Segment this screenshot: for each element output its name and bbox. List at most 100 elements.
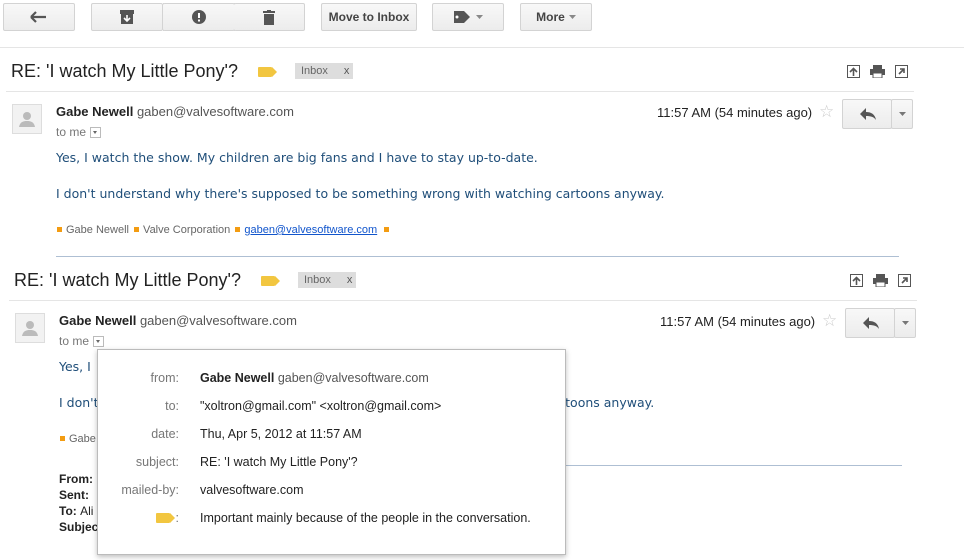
- to-me-label: to me: [56, 125, 87, 139]
- details-from-key: from:: [150, 371, 179, 385]
- inbox-label-text: Inbox: [304, 274, 331, 286]
- chevron-down-icon: [902, 321, 909, 325]
- move-to-inbox-button[interactable]: Move to Inbox: [321, 3, 417, 31]
- move-to-inbox-label: Move to Inbox: [328, 10, 410, 24]
- reply-button[interactable]: [842, 99, 892, 129]
- more-button[interactable]: More: [520, 3, 592, 31]
- details-subject-key: subject:: [135, 455, 179, 469]
- star-icon[interactable]: ☆: [822, 311, 837, 331]
- new-window-icon[interactable]: [898, 274, 911, 287]
- toolbar-divider-line: [0, 47, 964, 48]
- details-date-value: Thu, Apr 5, 2012 at 11:57 AM: [200, 427, 362, 441]
- signature-square-icon: [384, 227, 390, 233]
- back-button[interactable]: [3, 3, 75, 31]
- message-subject: RE: 'I watch My Little Pony'?: [14, 270, 241, 290]
- important-marker-icon: [155, 512, 175, 523]
- quoted-to-key: To:: [59, 504, 77, 518]
- details-importance-value: Important mainly because of the people i…: [200, 511, 531, 525]
- message-divider: [56, 256, 899, 257]
- show-details-dropdown[interactable]: [90, 127, 102, 139]
- message-time: 11:57 AM (54 minutes ago): [657, 105, 813, 120]
- archive-button[interactable]: [91, 3, 163, 31]
- sender-line: Gabe Newell gaben@valvesoftware.com: [59, 313, 297, 328]
- inbox-label-text: Inbox: [301, 65, 328, 77]
- sender-email: gaben@valvesoftware.com: [136, 104, 294, 119]
- reply-icon: [863, 317, 879, 329]
- person-icon: [22, 321, 38, 336]
- signature-name: Gabe Newell: [66, 224, 129, 236]
- subject-divider: [9, 300, 917, 301]
- delete-button[interactable]: [234, 3, 305, 31]
- chevron-down-icon: [568, 15, 576, 19]
- details-date-key: date:: [151, 427, 179, 441]
- thread-actions: [850, 274, 911, 287]
- message-time: 11:57 AM (54 minutes ago): [660, 314, 816, 329]
- sender-name[interactable]: Gabe Newell: [59, 313, 136, 328]
- reply-button[interactable]: [845, 308, 895, 338]
- message-body-line: I don't: [59, 395, 99, 410]
- details-to-value: "xoltron@gmail.com" <xoltron@gmail.com>: [200, 399, 442, 413]
- collapse-all-icon[interactable]: [850, 274, 863, 287]
- signature-email-link[interactable]: gaben@valvesoftware.com: [244, 224, 377, 236]
- avatar: [15, 313, 45, 343]
- new-window-icon[interactable]: [895, 65, 908, 78]
- thread-actions: [847, 65, 908, 78]
- signature-name: Gabe: [69, 433, 96, 445]
- sender-name[interactable]: Gabe Newell: [56, 104, 133, 119]
- quoted-to-label: To: Ali: [59, 504, 93, 518]
- quoted-subject-label: Subjec: [59, 520, 99, 534]
- remove-label-button[interactable]: x: [347, 274, 353, 286]
- signature-square-icon: [235, 227, 241, 233]
- message-body-line: Yes, I: [59, 359, 91, 374]
- recipient-line: to me: [59, 334, 105, 348]
- chevron-down-icon: [899, 112, 906, 116]
- details-to-row: to: "xoltron@gmail.com" <xoltron@gmail.c…: [98, 399, 565, 419]
- subject-divider: [6, 91, 914, 92]
- star-icon[interactable]: ☆: [819, 102, 834, 122]
- print-icon[interactable]: [873, 274, 888, 287]
- quoted-to-value: Ali: [80, 504, 94, 518]
- details-subject-row: subject: RE: 'I watch My Little Pony'?: [98, 455, 565, 475]
- details-importance-row: : Important mainly because of the people…: [98, 511, 565, 531]
- report-spam-button[interactable]: [163, 3, 235, 31]
- signature-square-icon: [57, 227, 62, 233]
- signature: Gabe: [60, 433, 96, 445]
- message-body-line: I don't understand why there's supposed …: [56, 186, 665, 201]
- tag-icon: [453, 11, 470, 23]
- signature-square-icon: [60, 436, 65, 442]
- details-from-row: from: Gabe Newell gaben@valvesoftware.co…: [98, 371, 565, 391]
- remove-label-button[interactable]: x: [344, 65, 350, 77]
- signature-company: Valve Corporation: [143, 224, 231, 236]
- collapse-all-icon[interactable]: [847, 65, 860, 78]
- print-icon[interactable]: [870, 65, 885, 78]
- person-icon: [19, 112, 35, 127]
- details-subject-value: RE: 'I watch My Little Pony'?: [200, 455, 358, 469]
- to-me-label: to me: [59, 334, 90, 348]
- reply-options-dropdown[interactable]: [894, 308, 916, 338]
- reply-options-dropdown[interactable]: [891, 99, 913, 129]
- important-marker-icon[interactable]: [258, 67, 277, 77]
- reply-icon: [860, 108, 876, 120]
- trash-icon: [263, 9, 275, 25]
- message-details-popup: from: Gabe Newell gaben@valvesoftware.co…: [97, 349, 566, 555]
- archive-icon: [120, 10, 134, 24]
- details-importance-colon: :: [175, 511, 179, 525]
- recipient-line: to me: [56, 125, 102, 139]
- inbox-label-chip: Inbox x: [298, 272, 356, 288]
- important-marker-icon[interactable]: [261, 276, 280, 286]
- details-from-name[interactable]: Gabe Newell: [200, 371, 274, 385]
- signature: Gabe Newell Valve Corporation gaben@valv…: [57, 224, 393, 236]
- details-mailed-by-key: mailed-by:: [121, 483, 179, 497]
- sender-line: Gabe Newell gaben@valvesoftware.com: [56, 104, 294, 119]
- details-from-email: gaben@valvesoftware.com: [277, 371, 429, 385]
- message-body-line: Yes, I watch the show. My children are b…: [56, 150, 538, 165]
- inbox-label-chip: Inbox x: [295, 63, 353, 79]
- message-body-line: rtoons anyway.: [560, 395, 655, 410]
- details-to-key: to:: [165, 399, 179, 413]
- quoted-sent-label: Sent:: [59, 488, 89, 502]
- quote-divider: [560, 465, 902, 466]
- back-arrow-icon: [30, 11, 46, 23]
- labels-button[interactable]: [432, 3, 504, 31]
- chevron-down-icon: [475, 15, 483, 19]
- show-details-dropdown[interactable]: [93, 336, 105, 348]
